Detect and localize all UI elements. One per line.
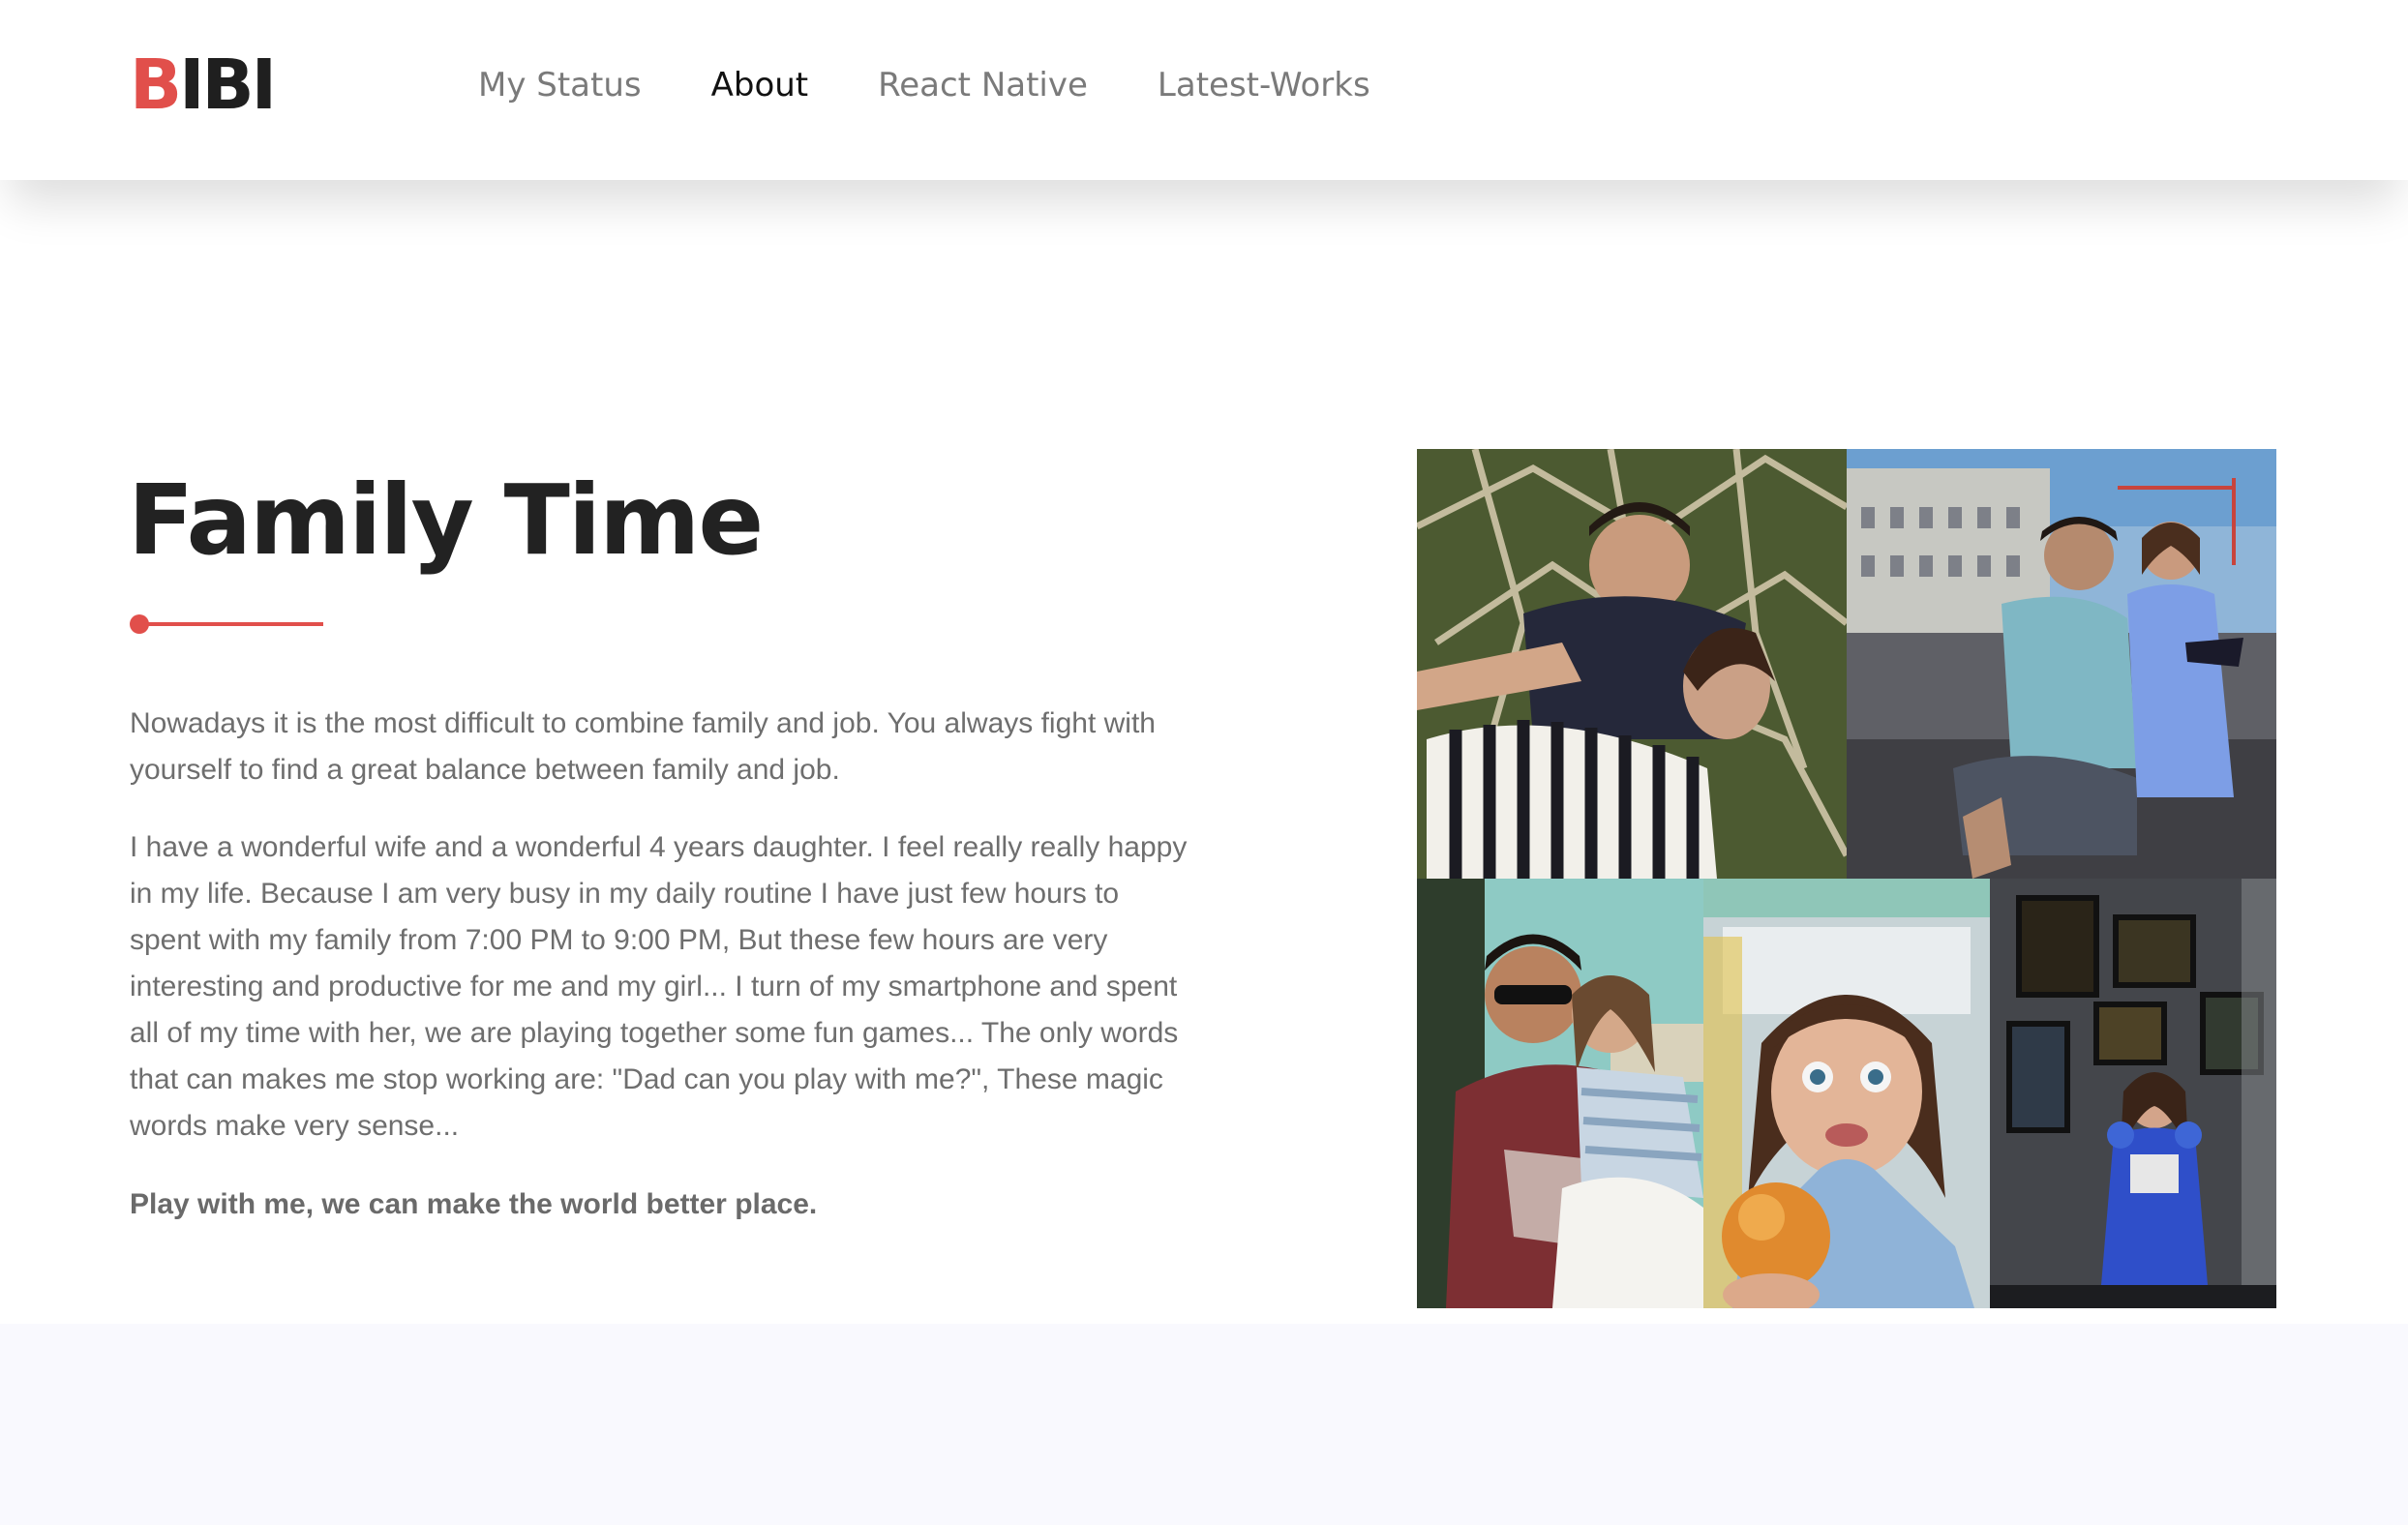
main-nav: My Status About React Native Latest-Work… — [478, 62, 1440, 108]
family-photo-couple — [1417, 449, 1847, 879]
closing-statement: Play with me, we can make the world bett… — [130, 1188, 818, 1220]
nav-item-latest-works[interactable]: Latest-Works — [1158, 62, 1370, 108]
family-photo-outdoors — [1417, 879, 1703, 1308]
site-logo[interactable]: BIBI — [130, 45, 277, 125]
title-divider-line — [145, 622, 323, 626]
section-title: Family Time — [128, 463, 764, 577]
nav-item-react-native[interactable]: React Native — [878, 62, 1088, 108]
family-photo-girl-peach — [1703, 879, 1990, 1308]
next-section-band — [0, 1324, 2408, 1525]
logo-letter-accent: B — [130, 45, 182, 125]
family-photo-collage — [1417, 449, 2276, 1308]
logo-letters: IBI — [179, 45, 277, 125]
nav-item-my-status[interactable]: My Status — [478, 62, 642, 108]
intro-paragraph: Nowadays it is the most difficult to com… — [130, 707, 1156, 786]
site-header: BIBI My Status About React Native Latest… — [0, 0, 2408, 180]
family-photo-gallery — [1990, 879, 2276, 1308]
family-photo-city-square — [1847, 449, 2276, 879]
family-paragraph: I have a wonderful wife and a wonderful … — [130, 831, 1188, 1142]
nav-item-about[interactable]: About — [711, 62, 809, 108]
